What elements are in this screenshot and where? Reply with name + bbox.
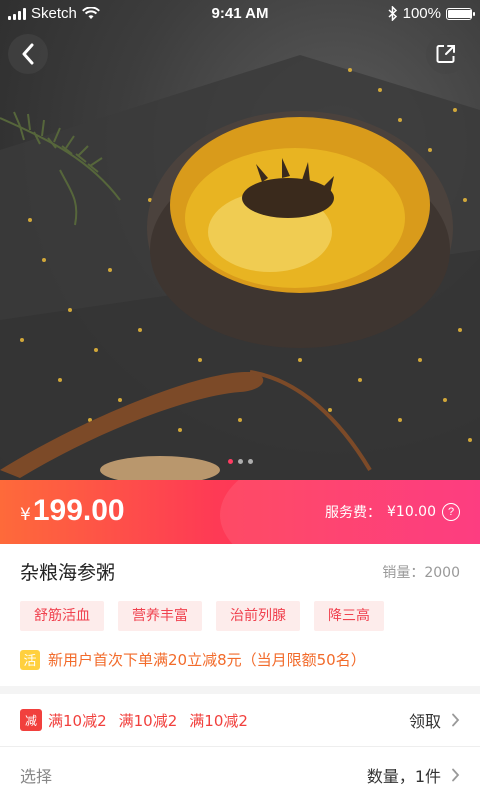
pagination-dot[interactable]: [237, 459, 243, 464]
select-label: 选择: [20, 766, 53, 786]
product-tag: 营养丰富: [118, 601, 202, 631]
chevron-right-icon: [452, 713, 460, 727]
gallery-pagination: [0, 459, 480, 464]
question-icon[interactable]: ?: [442, 503, 460, 521]
section-divider: [0, 686, 480, 694]
currency-symbol: ¥: [20, 505, 31, 525]
quantity-value: 数量，1件: [366, 766, 441, 786]
product-title: 杂粮海参粥: [20, 562, 116, 584]
promo-text: 新用户首次下单满20立减8元（当月限额50名）: [48, 651, 366, 669]
share-icon: [436, 45, 455, 63]
battery-icon: [446, 7, 475, 20]
service-fee: 服务费： ¥10.00 ?: [325, 502, 460, 522]
product-tag: 舒筋活血: [20, 601, 104, 631]
status-bar-right: 100%: [388, 5, 475, 22]
product-photo: [0, 55, 480, 480]
service-fee-label: 服务费：: [325, 505, 381, 521]
product-tag: 降三高: [314, 601, 384, 631]
product-image-gallery[interactable]: Sketch 9:41 AM 100%: [0, 0, 480, 480]
coupon-row[interactable]: 减 满10减2 满10减2 满10减2 领取: [0, 694, 480, 747]
coupon-item: 满10减2: [118, 711, 178, 730]
product-tag: 治前列腺: [216, 601, 300, 631]
product-info: 杂粮海参粥 销量：2000 舒筋活血 营养丰富 治前列腺 降三高 活 新用户首次…: [0, 544, 480, 686]
battery-percent: 100%: [402, 5, 441, 22]
status-bar: Sketch 9:41 AM 100%: [0, 0, 480, 28]
share-button[interactable]: [426, 34, 466, 74]
quantity-selector[interactable]: 数量，1件: [367, 763, 460, 787]
promo-badge: 活: [20, 649, 40, 670]
sales-count: 销量：2000: [382, 562, 460, 582]
claim-coupon-button[interactable]: 领取: [409, 708, 460, 732]
coupon-item: 满10减2: [189, 711, 248, 730]
coupon-item: 满10减2: [48, 711, 107, 730]
chevron-right-icon: [452, 768, 460, 781]
product-price: ¥ 199.00: [20, 494, 125, 528]
claim-label: 领取: [408, 712, 441, 731]
product-tags: 舒筋活血 营养丰富 治前列腺 降三高: [20, 601, 384, 631]
discount-badge: 减: [20, 709, 42, 731]
bluetooth-icon: [388, 6, 397, 21]
sales-label: 销量：: [382, 565, 425, 581]
new-user-promo: 活 新用户首次下单满20立减8元（当月限额50名）: [20, 649, 366, 670]
back-button[interactable]: [8, 34, 48, 74]
price-bar: ¥ 199.00 服务费： ¥10.00 ?: [0, 480, 480, 544]
sales-value: 2000: [424, 565, 460, 581]
service-fee-value: ¥10.00: [387, 504, 436, 520]
price-value: 199.00: [32, 494, 125, 527]
chevron-left-icon: [22, 43, 34, 65]
quantity-select-row[interactable]: 选择 数量，1件: [0, 748, 480, 800]
pagination-dot-active[interactable]: [227, 459, 233, 464]
pagination-dot[interactable]: [247, 459, 253, 464]
